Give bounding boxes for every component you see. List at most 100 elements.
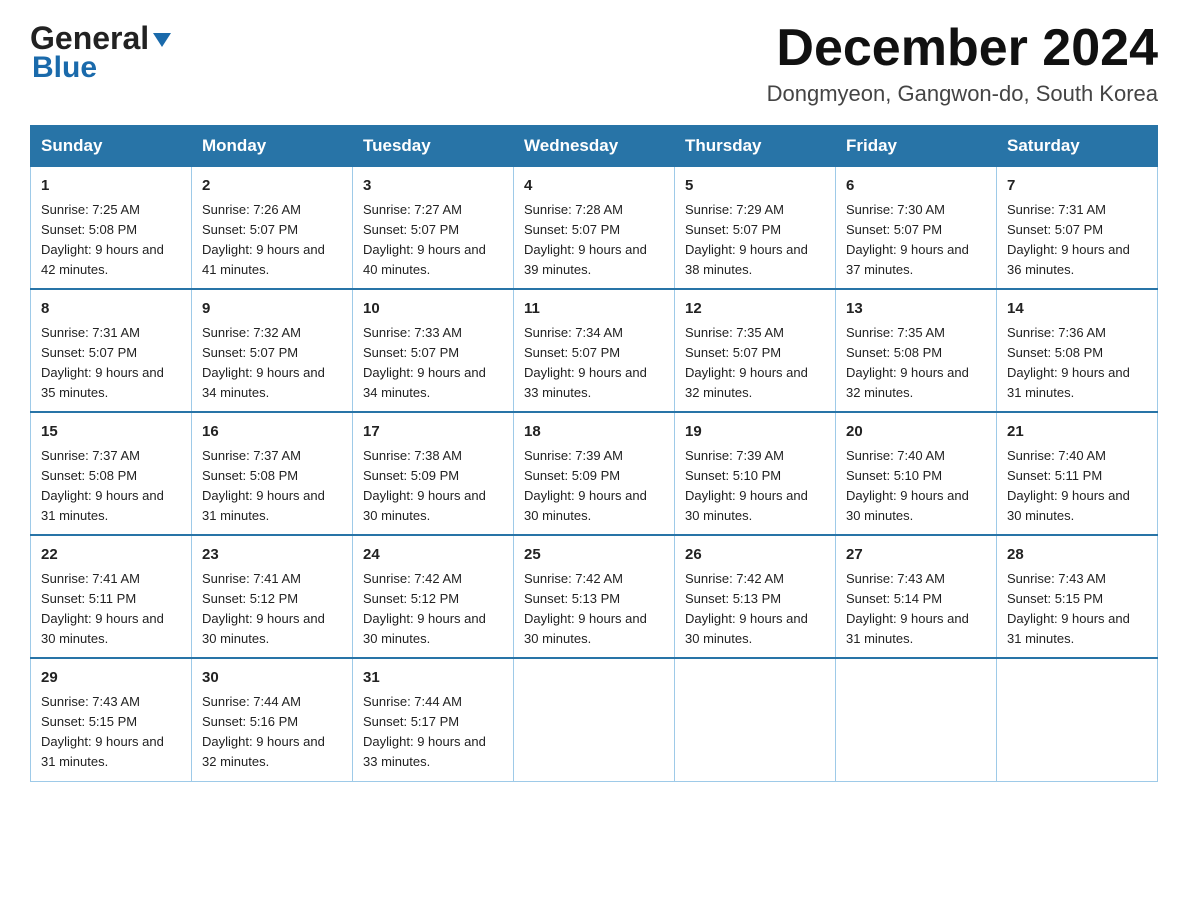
logo-arrow-icon (151, 29, 173, 51)
day-info: Sunrise: 7:35 AMSunset: 5:08 PMDaylight:… (846, 323, 986, 404)
day-number: 4 (524, 175, 664, 198)
calendar-week-row: 15 Sunrise: 7:37 AMSunset: 5:08 PMDayligh… (31, 412, 1158, 535)
calendar-day-cell: 2Sunrise: 7:26 AMSunset: 5:07 PMDaylight… (192, 167, 353, 290)
calendar-day-cell: 31Sunrise: 7:44 AMSunset: 5:17 PMDayligh… (353, 658, 514, 781)
logo: General Blue (30, 20, 173, 85)
day-number: 6 (846, 175, 986, 198)
day-info: Sunrise: 7:43 AMSunset: 5:15 PMDaylight:… (41, 692, 181, 773)
day-number: 26 (685, 544, 825, 567)
calendar-day-cell: 4Sunrise: 7:28 AMSunset: 5:07 PMDaylight… (514, 167, 675, 290)
calendar-day-cell: 28Sunrise: 7:43 AMSunset: 5:15 PMDayligh… (997, 535, 1158, 658)
day-info: Sunrise: 7:41 AMSunset: 5:12 PMDaylight:… (202, 569, 342, 650)
calendar-day-cell: 14Sunrise: 7:36 AMSunset: 5:08 PMDayligh… (997, 289, 1158, 412)
calendar-week-row: 29Sunrise: 7:43 AMSunset: 5:15 PMDayligh… (31, 658, 1158, 781)
calendar-day-cell (997, 658, 1158, 781)
day-number: 8 (41, 298, 181, 321)
day-info: Sunrise: 7:34 AMSunset: 5:07 PMDaylight:… (524, 323, 664, 404)
day-number: 29 (41, 667, 181, 690)
day-number: 19 (685, 421, 825, 444)
day-info: Sunrise: 7:32 AMSunset: 5:07 PMDaylight:… (202, 323, 342, 404)
day-number: 10 (363, 298, 503, 321)
day-number: 16 (202, 421, 342, 444)
weekday-header-monday: Monday (192, 126, 353, 167)
day-info: Sunrise: 7:26 AMSunset: 5:07 PMDaylight:… (202, 200, 342, 281)
day-info: Sunrise: 7:31 AMSunset: 5:07 PMDaylight:… (41, 323, 181, 404)
day-number: 3 (363, 175, 503, 198)
calendar-day-cell: 25Sunrise: 7:42 AMSunset: 5:13 PMDayligh… (514, 535, 675, 658)
weekday-header-row: SundayMondayTuesdayWednesdayThursdayFrid… (31, 126, 1158, 167)
day-info: Sunrise: 7:36 AMSunset: 5:08 PMDaylight:… (1007, 323, 1147, 404)
day-info: Sunrise: 7:27 AMSunset: 5:07 PMDaylight:… (363, 200, 503, 281)
day-number: 15 (41, 421, 181, 444)
weekday-header-sunday: Sunday (31, 126, 192, 167)
calendar-week-row: 8Sunrise: 7:31 AMSunset: 5:07 PMDaylight… (31, 289, 1158, 412)
day-number: 1 (41, 175, 181, 198)
day-info: Sunrise: 7:42 AMSunset: 5:13 PMDaylight:… (524, 569, 664, 650)
calendar-day-cell: 9Sunrise: 7:32 AMSunset: 5:07 PMDaylight… (192, 289, 353, 412)
calendar-day-cell: 7Sunrise: 7:31 AMSunset: 5:07 PMDaylight… (997, 167, 1158, 290)
day-info: Sunrise: 7:30 AMSunset: 5:07 PMDaylight:… (846, 200, 986, 281)
day-info: Sunrise: 7:31 AMSunset: 5:07 PMDaylight:… (1007, 200, 1147, 281)
calendar-day-cell (836, 658, 997, 781)
weekday-header-friday: Friday (836, 126, 997, 167)
day-number: 20 (846, 421, 986, 444)
calendar-day-cell: 11Sunrise: 7:34 AMSunset: 5:07 PMDayligh… (514, 289, 675, 412)
day-number: 9 (202, 298, 342, 321)
day-number: 30 (202, 667, 342, 690)
day-number: 28 (1007, 544, 1147, 567)
title-area: December 2024 Dongmyeon, Gangwon-do, Sou… (767, 20, 1158, 107)
day-info: Sunrise: 7:39 AMSunset: 5:09 PMDaylight:… (524, 446, 664, 527)
weekday-header-thursday: Thursday (675, 126, 836, 167)
day-number: 21 (1007, 421, 1147, 444)
calendar-week-row: 1Sunrise: 7:25 AMSunset: 5:08 PMDaylight… (31, 167, 1158, 290)
calendar-day-cell: 6Sunrise: 7:30 AMSunset: 5:07 PMDaylight… (836, 167, 997, 290)
day-number: 31 (363, 667, 503, 690)
calendar-day-cell: 3Sunrise: 7:27 AMSunset: 5:07 PMDaylight… (353, 167, 514, 290)
day-info: Sunrise: 7:43 AMSunset: 5:14 PMDaylight:… (846, 569, 986, 650)
calendar-day-cell: 19Sunrise: 7:39 AMSunset: 5:10 PMDayligh… (675, 412, 836, 535)
calendar-table: SundayMondayTuesdayWednesdayThursdayFrid… (30, 125, 1158, 781)
day-info: Sunrise: 7:39 AMSunset: 5:10 PMDaylight:… (685, 446, 825, 527)
calendar-day-cell: 18Sunrise: 7:39 AMSunset: 5:09 PMDayligh… (514, 412, 675, 535)
calendar-day-cell: 29Sunrise: 7:43 AMSunset: 5:15 PMDayligh… (31, 658, 192, 781)
day-number: 24 (363, 544, 503, 567)
calendar-day-cell: 21Sunrise: 7:40 AMSunset: 5:11 PMDayligh… (997, 412, 1158, 535)
calendar-day-cell: 10Sunrise: 7:33 AMSunset: 5:07 PMDayligh… (353, 289, 514, 412)
calendar-day-cell: 20Sunrise: 7:40 AMSunset: 5:10 PMDayligh… (836, 412, 997, 535)
day-number: 17 (363, 421, 503, 444)
day-number: 18 (524, 421, 664, 444)
day-info: Sunrise: 7:42 AMSunset: 5:12 PMDaylight:… (363, 569, 503, 650)
day-info: Sunrise: 7:35 AMSunset: 5:07 PMDaylight:… (685, 323, 825, 404)
calendar-day-cell: 8Sunrise: 7:31 AMSunset: 5:07 PMDaylight… (31, 289, 192, 412)
calendar-day-cell: 24Sunrise: 7:42 AMSunset: 5:12 PMDayligh… (353, 535, 514, 658)
calendar-day-cell: 22Sunrise: 7:41 AMSunset: 5:11 PMDayligh… (31, 535, 192, 658)
calendar-day-cell: 16Sunrise: 7:37 AMSunset: 5:08 PMDayligh… (192, 412, 353, 535)
day-info: Sunrise: 7:33 AMSunset: 5:07 PMDaylight:… (363, 323, 503, 404)
day-info: Sunrise: 7:43 AMSunset: 5:15 PMDaylight:… (1007, 569, 1147, 650)
day-info: Sunrise: 7:44 AMSunset: 5:16 PMDaylight:… (202, 692, 342, 773)
calendar-day-cell: 5Sunrise: 7:29 AMSunset: 5:07 PMDaylight… (675, 167, 836, 290)
calendar-day-cell: 26Sunrise: 7:42 AMSunset: 5:13 PMDayligh… (675, 535, 836, 658)
logo-blue: Blue (30, 51, 97, 85)
calendar-day-cell: 15Sunrise: 7:37 AMSunset: 5:08 PMDayligh… (31, 412, 192, 535)
page-header: General Blue December 2024 Dongmyeon, Ga… (30, 20, 1158, 107)
calendar-week-row: 22Sunrise: 7:41 AMSunset: 5:11 PMDayligh… (31, 535, 1158, 658)
day-number: 12 (685, 298, 825, 321)
day-number: 13 (846, 298, 986, 321)
day-info: Sunrise: 7:29 AMSunset: 5:07 PMDaylight:… (685, 200, 825, 281)
day-number: 23 (202, 544, 342, 567)
calendar-day-cell: 17Sunrise: 7:38 AMSunset: 5:09 PMDayligh… (353, 412, 514, 535)
location-title: Dongmyeon, Gangwon-do, South Korea (767, 81, 1158, 107)
day-info: Sunrise: 7:44 AMSunset: 5:17 PMDaylight:… (363, 692, 503, 773)
day-info: Sunrise: 7:25 AMSunset: 5:08 PMDaylight:… (41, 200, 181, 281)
day-number: 5 (685, 175, 825, 198)
weekday-header-saturday: Saturday (997, 126, 1158, 167)
calendar-day-cell: 13Sunrise: 7:35 AMSunset: 5:08 PMDayligh… (836, 289, 997, 412)
day-info: Sunrise: 7:28 AMSunset: 5:07 PMDaylight:… (524, 200, 664, 281)
calendar-day-cell (675, 658, 836, 781)
month-title: December 2024 (767, 20, 1158, 77)
day-number: 14 (1007, 298, 1147, 321)
weekday-header-wednesday: Wednesday (514, 126, 675, 167)
day-info: Sunrise: 7:37 AMSunset: 5:08 PMDaylight:… (202, 446, 342, 527)
day-info: Sunrise: 7:40 AMSunset: 5:11 PMDaylight:… (1007, 446, 1147, 527)
